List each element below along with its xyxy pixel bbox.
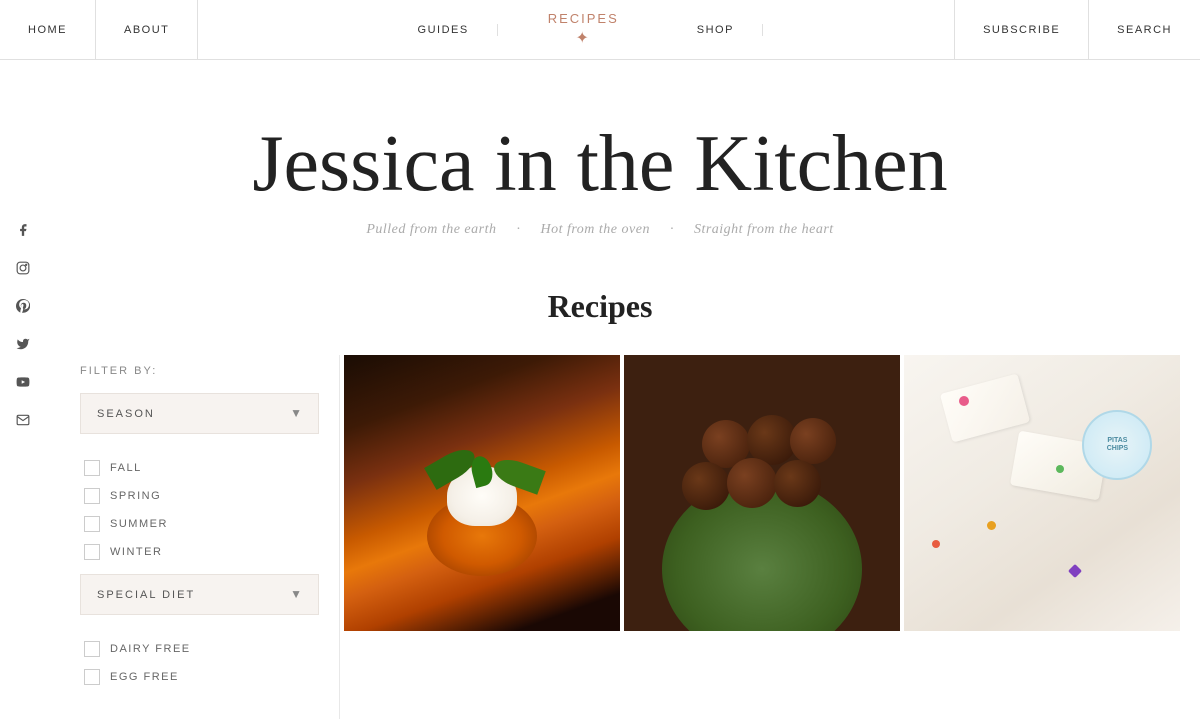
nav-right: SUBSCRIBE SEARCH xyxy=(954,0,1200,59)
season-filter-dropdown[interactable]: SEASON ▼ xyxy=(80,393,319,434)
nav-center: GUIDES RECIPES ✦ SHOP xyxy=(198,0,954,59)
facebook-icon[interactable] xyxy=(16,223,30,241)
email-icon[interactable] xyxy=(16,413,30,431)
egg-free-checkbox[interactable] xyxy=(84,669,100,685)
site-title: Jessica in the Kitchen xyxy=(20,120,1180,208)
filter-panel: FILTER BY: SEASON ▼ FALL SPRING SUMMER W… xyxy=(20,355,340,719)
nav-home[interactable]: HOME xyxy=(0,0,96,59)
dairy-free-label: DAIRY FREE xyxy=(110,643,191,655)
filter-by-label: FILTER BY: xyxy=(80,365,319,377)
recipes-title: Recipes xyxy=(0,288,1200,325)
nav-subscribe[interactable]: SUBSCRIBE xyxy=(954,0,1088,59)
social-sidebar xyxy=(0,203,46,451)
main-layout: FILTER BY: SEASON ▼ FALL SPRING SUMMER W… xyxy=(0,355,1200,719)
hero-section: Jessica in the Kitchen Pulled from the e… xyxy=(0,60,1200,268)
season-options: FALL SPRING SUMMER WINTER xyxy=(80,450,319,574)
recipe-card-3[interactable]: PITASCHIPS xyxy=(904,355,1180,631)
recipes-heading-section: Recipes xyxy=(0,268,1200,355)
dairy-free-checkbox[interactable] xyxy=(84,641,100,657)
pinterest-icon[interactable] xyxy=(16,299,30,317)
nav-search[interactable]: SEARCH xyxy=(1088,0,1200,59)
summer-checkbox[interactable] xyxy=(84,516,100,532)
diet-dairy-free-option[interactable]: DAIRY FREE xyxy=(80,635,319,663)
nav-brand[interactable]: RECIPES ✦ xyxy=(548,11,619,48)
special-diet-label: SPECIAL DIET xyxy=(97,589,195,601)
summer-label: SUMMER xyxy=(110,518,168,530)
nav-brand-icon: ✦ xyxy=(576,28,591,48)
twitter-icon[interactable] xyxy=(16,337,30,355)
season-summer-option[interactable]: SUMMER xyxy=(80,510,319,538)
recipe-grid: PITASCHIPS xyxy=(340,355,1180,719)
season-label: SEASON xyxy=(97,408,155,420)
nav-brand-label: RECIPES xyxy=(548,11,619,26)
navigation: HOME ABOUT GUIDES RECIPES ✦ SHOP SUBSCRI… xyxy=(0,0,1200,60)
season-fall-option[interactable]: FALL xyxy=(80,454,319,482)
nav-guides[interactable]: GUIDES xyxy=(390,24,498,36)
special-diet-filter-dropdown[interactable]: SPECIAL DIET ▼ xyxy=(80,574,319,615)
special-diet-chevron-down-icon: ▼ xyxy=(290,587,302,602)
spring-checkbox[interactable] xyxy=(84,488,100,504)
spring-label: SPRING xyxy=(110,490,161,502)
hero-subtitle: Pulled from the earth · Hot from the ove… xyxy=(20,222,1180,238)
season-spring-option[interactable]: SPRING xyxy=(80,482,319,510)
diet-options: DAIRY FREE EGG FREE xyxy=(80,631,319,699)
diet-egg-free-option[interactable]: EGG FREE xyxy=(80,663,319,691)
fall-checkbox[interactable] xyxy=(84,460,100,476)
egg-free-label: EGG FREE xyxy=(110,671,179,683)
winter-checkbox[interactable] xyxy=(84,544,100,560)
instagram-icon[interactable] xyxy=(16,261,30,279)
recipe-card-1[interactable] xyxy=(344,355,620,631)
nav-about[interactable]: ABOUT xyxy=(96,0,198,59)
fall-label: FALL xyxy=(110,462,142,474)
season-chevron-down-icon: ▼ xyxy=(290,406,302,421)
season-winter-option[interactable]: WINTER xyxy=(80,538,319,566)
recipe-card-2[interactable] xyxy=(624,355,900,631)
nav-shop[interactable]: SHOP xyxy=(669,24,763,36)
youtube-icon[interactable] xyxy=(16,375,30,393)
winter-label: WINTER xyxy=(110,546,162,558)
